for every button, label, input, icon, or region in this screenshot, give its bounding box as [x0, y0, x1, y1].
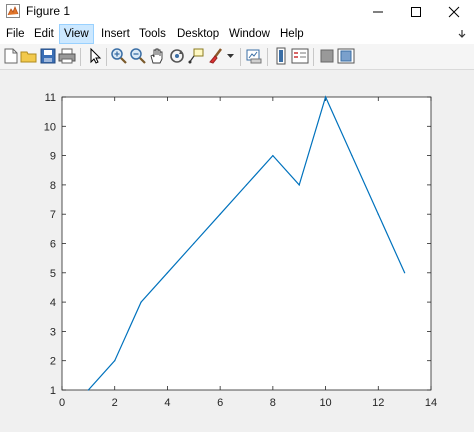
data-point: [404, 272, 406, 274]
toolbar-separator: [267, 48, 268, 66]
menu-file[interactable]: File: [2, 24, 29, 44]
y-tick-label: 10: [44, 121, 56, 133]
brush-icon[interactable]: [207, 47, 225, 65]
menu-window[interactable]: Window: [225, 24, 274, 44]
zoom-out-icon[interactable]: [129, 47, 147, 65]
zoom-in-icon[interactable]: [110, 47, 128, 65]
matlab-figure-icon: [6, 4, 20, 18]
y-tick-label: 4: [50, 297, 56, 309]
maximize-button[interactable]: [396, 0, 436, 24]
data-point: [324, 96, 327, 98]
maximize-icon: [411, 7, 421, 17]
x-tick-label: 4: [164, 397, 170, 409]
menu-edit[interactable]: Edit: [30, 24, 58, 44]
figure-toolbar: [0, 44, 474, 70]
data-point: [87, 389, 89, 391]
y-tick-label: 2: [50, 356, 56, 368]
y-tick-label: 9: [50, 151, 56, 163]
axes-box[interactable]: [61, 96, 432, 391]
menu-help[interactable]: Help: [276, 24, 308, 44]
data-point: [298, 184, 300, 186]
menu-insert[interactable]: Insert: [97, 24, 134, 44]
brush-dropdown-icon[interactable]: [227, 54, 234, 60]
dock-arrow-icon[interactable]: [456, 29, 468, 39]
menu-desktop[interactable]: Desktop: [173, 24, 223, 44]
print-icon[interactable]: [58, 47, 76, 65]
data-point: [166, 272, 169, 274]
x-tick-label: 0: [59, 397, 65, 409]
y-tick-label: 8: [50, 180, 56, 192]
data-point: [245, 184, 248, 186]
toolbar-separator: [240, 48, 241, 66]
link-plot-icon[interactable]: [245, 47, 263, 65]
menu-view[interactable]: View: [59, 24, 94, 44]
close-button[interactable]: [434, 0, 474, 24]
x-tick-label: 8: [270, 397, 276, 409]
data-point: [140, 301, 142, 303]
toolbar-separator: [80, 48, 81, 66]
plot-svg[interactable]: 0 2 4 6 8 10 12 14 1234567891011: [0, 70, 474, 427]
data-cursor-icon[interactable]: [187, 47, 205, 65]
menu-tools[interactable]: Tools: [135, 24, 170, 44]
toolbar-separator: [313, 48, 314, 66]
menu-bar: File Edit View Insert Tools Desktop Wind…: [0, 24, 474, 44]
toolbar-separator: [106, 48, 107, 66]
rotate-3d-icon[interactable]: [168, 47, 186, 65]
open-file-icon[interactable]: [20, 47, 38, 65]
y-tick-label: 7: [50, 209, 56, 221]
edit-plot-arrow-icon[interactable]: [86, 47, 104, 65]
figure-canvas: 0 2 4 6 8 10 12 14 1 2 3 4 5 6 7 8 9 10 11: [0, 70, 474, 427]
data-point: [219, 213, 221, 215]
y-tick-label: 1: [50, 385, 56, 397]
pan-hand-icon[interactable]: [148, 47, 166, 65]
x-tick-label: 2: [112, 397, 118, 409]
y-tick-label: 3: [50, 326, 56, 338]
close-icon: [448, 6, 460, 18]
y-tick-label: 11: [45, 92, 56, 104]
data-point: [193, 242, 195, 245]
data-point: [272, 155, 274, 157]
data-point: [377, 213, 379, 215]
data-point: [114, 360, 116, 362]
show-plot-tools-icon[interactable]: [337, 47, 355, 65]
x-tick-label: 12: [372, 397, 384, 409]
y-tick-label: 5: [50, 268, 56, 280]
save-icon[interactable]: [39, 47, 57, 65]
insert-legend-icon[interactable]: [291, 47, 309, 65]
window-title: Figure 1: [26, 4, 71, 18]
insert-colorbar-icon[interactable]: [272, 47, 290, 65]
title-bar: Figure 1: [0, 0, 474, 24]
x-tick-label: 14: [425, 397, 437, 409]
data-point: [351, 155, 353, 157]
hide-plot-tools-icon[interactable]: [318, 47, 336, 65]
y-tick-label: 6: [50, 239, 56, 251]
minimize-button[interactable]: [358, 0, 398, 24]
minimize-icon: [373, 11, 383, 13]
x-tick-label: 6: [217, 397, 223, 409]
x-tick-label: 10: [319, 397, 331, 409]
new-figure-icon[interactable]: [2, 47, 20, 65]
